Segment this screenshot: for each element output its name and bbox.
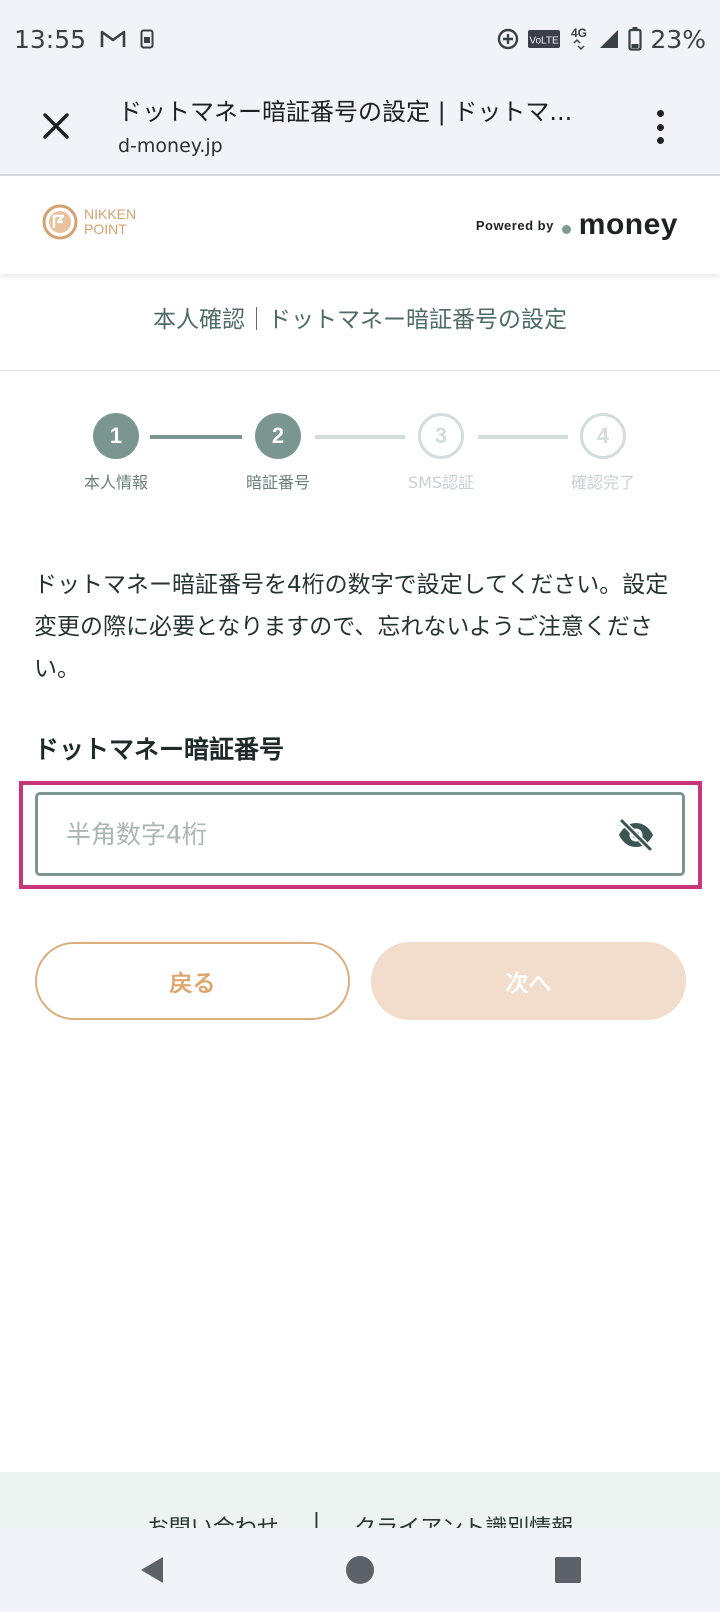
pin-field-label: ドットマネー暗証番号 — [34, 735, 285, 764]
nav-back-button[interactable] — [130, 1548, 174, 1592]
svg-text:VoLTE: VoLTE — [530, 36, 560, 47]
nikken-logo-line1: NIKKEN — [84, 206, 137, 222]
gmail-icon — [100, 29, 126, 49]
menu-dot-icon — [656, 110, 664, 117]
step-2-label: 暗証番号 — [245, 473, 310, 492]
step-3-number: 3 — [418, 413, 464, 459]
pin-field — [35, 792, 685, 876]
nikken-point-emblem-icon — [42, 204, 78, 240]
network-type-icon: 4G — [568, 26, 590, 52]
step-1: 1 本人情報 — [46, 413, 186, 493]
menu-dot-icon — [656, 123, 664, 131]
browser-toolbar: ドットマネー暗証番号の設定 | ドットマ... d-money.jp — [0, 78, 720, 176]
sim-card-icon — [140, 29, 154, 49]
site-footer: お問い合わせ | クライアント識別情報 — [0, 1472, 720, 1532]
page-title: 本人確認｜ドットマネー暗証番号の設定 — [153, 307, 567, 333]
volte-icon: VoLTE — [528, 28, 561, 50]
nikken-logo-line2: POINT — [84, 221, 127, 237]
recents-square-icon — [555, 1557, 581, 1583]
system-navigation-bar — [0, 1528, 720, 1612]
close-tab-button[interactable] — [36, 106, 76, 146]
step-2: 2 暗証番号 — [208, 413, 348, 493]
browser-page-title: ドットマネー暗証番号の設定 | ドットマ... — [118, 98, 573, 126]
step-1-label: 本人情報 — [83, 473, 148, 492]
close-icon — [43, 113, 69, 139]
divider — [0, 370, 720, 371]
eye-off-icon — [619, 818, 653, 852]
nikken-point-logo[interactable]: NIKKEN POINT — [42, 204, 136, 240]
step-4: 4 確認完了 — [533, 413, 673, 493]
money-dot-icon — [561, 224, 571, 234]
step-4-label: 確認完了 — [570, 473, 635, 492]
toggle-visibility-button[interactable] — [614, 815, 658, 855]
more-options-button[interactable] — [648, 106, 672, 148]
svg-text:4G: 4G — [571, 26, 587, 40]
nav-recents-button[interactable] — [546, 1548, 590, 1592]
progress-stepper: 1 本人情報 2 暗証番号 3 SMS認証 4 確認完了 — [0, 413, 720, 503]
status-time: 13:55 — [14, 24, 87, 54]
data-saver-icon — [496, 27, 520, 51]
back-button[interactable]: 戻る — [35, 942, 350, 1020]
step-3-label: SMS認証 — [407, 473, 475, 492]
money-logo-text: money — [578, 208, 678, 241]
battery-percentage: 23% — [650, 24, 706, 54]
step-4-number: 4 — [580, 413, 626, 459]
site-header: NIKKEN POINT Powered by money — [0, 178, 720, 274]
home-circle-icon — [346, 1556, 374, 1584]
battery-icon — [628, 27, 643, 51]
powered-by-money-logo: Powered by money — [476, 208, 678, 242]
step-1-number: 1 — [93, 413, 139, 459]
signal-icon — [598, 28, 620, 50]
nav-home-button[interactable] — [338, 1548, 382, 1592]
next-button[interactable]: 次へ — [371, 942, 686, 1020]
step-2-number: 2 — [255, 413, 301, 459]
pin-input[interactable] — [66, 811, 586, 857]
back-triangle-icon — [141, 1557, 163, 1583]
powered-by-text: Powered by — [475, 217, 554, 233]
menu-dot-icon — [656, 137, 664, 144]
step-3: 3 SMS認証 — [371, 413, 511, 493]
instruction-text: ドットマネー暗証番号を4桁の数字で設定してください。設定変更の際に必要となります… — [34, 572, 669, 682]
status-bar: 13:55 VoLTE 4G 23% — [0, 0, 720, 78]
browser-url[interactable]: d-money.jp — [118, 135, 223, 157]
